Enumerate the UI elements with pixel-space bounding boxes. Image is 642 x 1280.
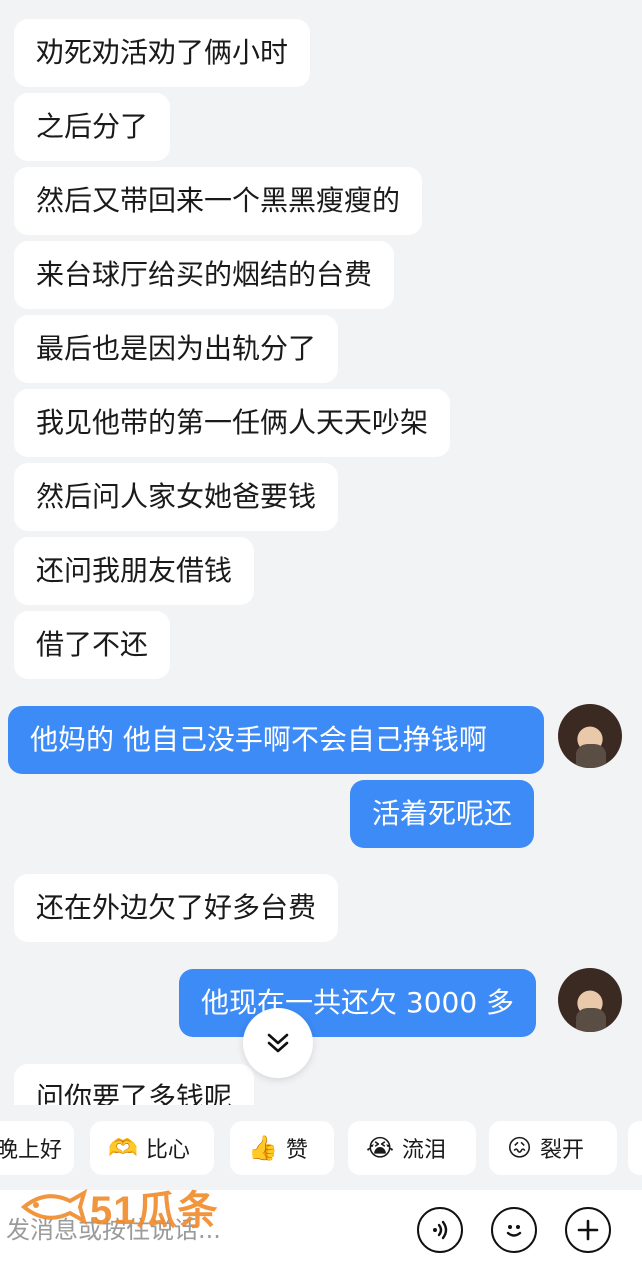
quick-reply-chip[interactable]: 晚上好 — [0, 1121, 74, 1175]
quick-reply-label: 比心 — [145, 1138, 190, 1163]
message-bubble[interactable]: 我见他带的第一任俩人天天吵架 — [14, 389, 451, 457]
voice-button[interactable] — [417, 1207, 463, 1253]
double-chevron-down-icon — [267, 1033, 289, 1053]
watermark-logo: 51瓜条 — [20, 1178, 219, 1236]
message-bubble-self[interactable]: 活着死呢还 — [350, 780, 535, 848]
fish-logo-icon — [20, 1188, 88, 1226]
quick-reply-label: 晚上好 — [0, 1138, 63, 1163]
message-bubble[interactable]: 之后分了 — [14, 93, 171, 161]
message-bubble[interactable]: 然后又带回来一个黑黑瘦瘦的 — [14, 167, 423, 235]
quick-reply-label: 流泪 — [402, 1138, 447, 1163]
quick-reply-chip[interactable] — [628, 1121, 642, 1175]
message-bubble[interactable]: 劝死劝活劝了俩小时 — [14, 19, 311, 87]
quick-reply-label: 赞 — [285, 1138, 308, 1163]
chat-area[interactable]: 劝死劝活劝了俩小时 之后分了 然后又带回来一个黑黑瘦瘦的 来台球厅给买的烟结的台… — [0, 0, 642, 1105]
quick-reply-chip[interactable]: 🫶 比心 — [90, 1121, 214, 1175]
message-bubble[interactable]: 还问我朋友借钱 — [14, 537, 255, 605]
scroll-to-bottom-button[interactable] — [243, 1008, 313, 1078]
quick-reply-bar: 晚上好 🫶 比心 👍 赞 😭 流泪 😖 裂开 — [0, 1117, 642, 1183]
message-bubble[interactable]: 借了不还 — [14, 611, 171, 679]
smiley-icon — [506, 1225, 522, 1237]
emoji-button[interactable] — [491, 1207, 537, 1253]
user-avatar[interactable] — [558, 968, 622, 1032]
user-avatar[interactable] — [558, 704, 622, 768]
crying-face-icon: 😭 — [366, 1134, 395, 1162]
quick-reply-chip[interactable]: 👍 赞 — [230, 1121, 334, 1175]
message-bubble-self[interactable]: 他妈的 他自己没手啊不会自己挣钱啊 — [8, 706, 544, 774]
message-bubble[interactable]: 还在外边欠了好多台费 — [14, 874, 339, 942]
message-bubble-self[interactable]: 他现在一共还欠 3000 多 — [179, 969, 537, 1037]
message-bubble[interactable]: 最后也是因为出轨分了 — [14, 315, 339, 383]
quick-reply-chip[interactable]: 😭 流泪 — [348, 1121, 476, 1175]
cracked-face-icon: 😖 — [507, 1134, 533, 1162]
quick-reply-label: 裂开 — [540, 1138, 585, 1163]
message-bubble[interactable]: 然后问人家女她爸要钱 — [14, 463, 339, 531]
voice-icon — [433, 1220, 448, 1240]
thumbs-up-icon: 👍 — [248, 1134, 278, 1162]
quick-reply-chip[interactable]: 😖 裂开 — [489, 1121, 617, 1175]
message-bubble[interactable]: 问你要了多钱呢 — [14, 1064, 255, 1105]
heart-hands-icon: 🫶 — [108, 1134, 138, 1162]
more-button[interactable] — [565, 1207, 611, 1253]
watermark-text: 51瓜条 — [90, 1189, 219, 1233]
plus-icon — [577, 1219, 599, 1241]
message-bubble[interactable]: 来台球厅给买的烟结的台费 — [14, 241, 395, 309]
